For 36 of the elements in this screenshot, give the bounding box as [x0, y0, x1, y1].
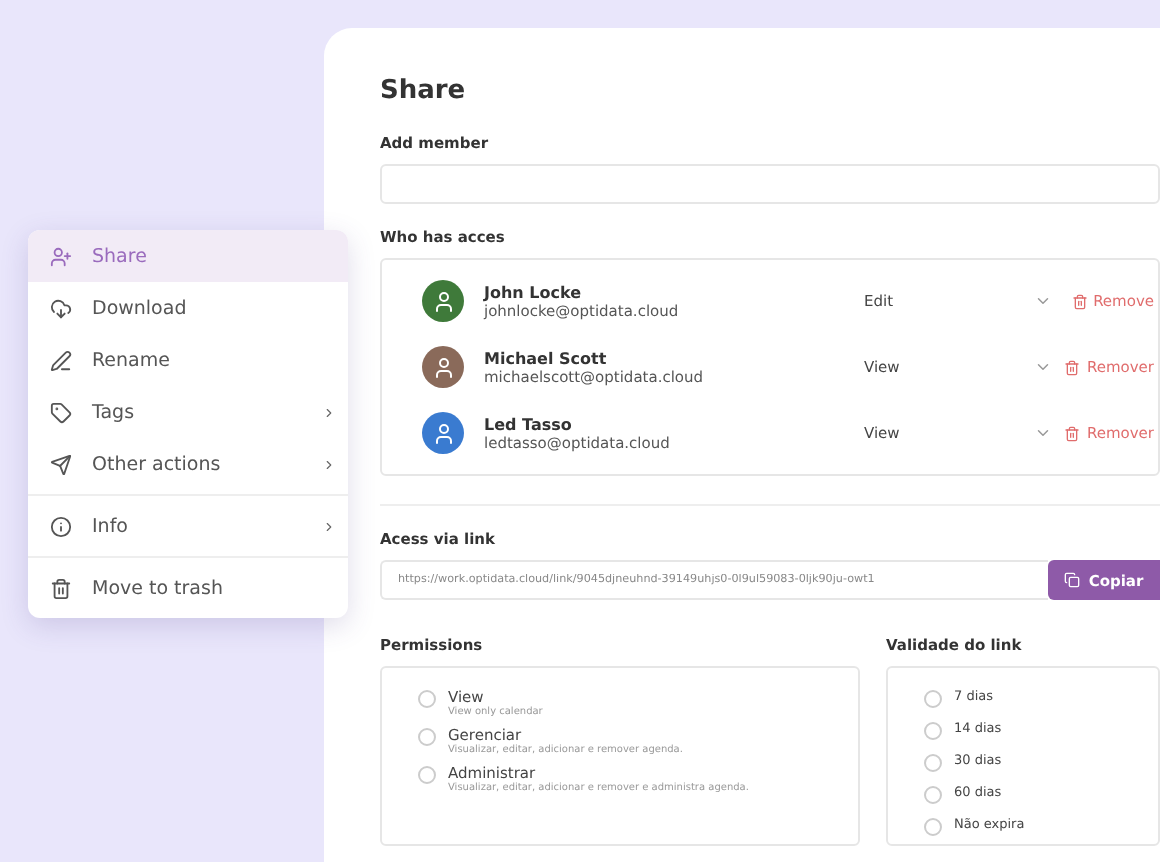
- menu-item[interactable]: Move to trash: [28, 562, 348, 614]
- chevron-right-icon: [322, 405, 336, 419]
- chevron-down-icon: [1034, 292, 1052, 310]
- pen-icon: [50, 349, 72, 371]
- member-name: Led Tasso: [484, 415, 574, 433]
- menu-item[interactable]: Rename: [28, 334, 348, 386]
- panel-title: Share: [380, 76, 468, 106]
- chevron-right-icon: [322, 519, 336, 533]
- cloud-download-icon: [50, 297, 72, 319]
- radio-button[interactable]: [924, 786, 942, 804]
- menu-item[interactable]: Download: [28, 282, 348, 334]
- trash-icon: [1071, 293, 1088, 309]
- radio-button[interactable]: [924, 722, 942, 740]
- radio-button[interactable]: [924, 818, 942, 836]
- trash-icon: [50, 577, 72, 599]
- send-icon: [50, 453, 72, 475]
- copy-icon: [1064, 572, 1081, 588]
- info-icon: [50, 515, 72, 537]
- chevron-down-icon: [1034, 424, 1052, 442]
- radio-button[interactable]: [418, 766, 436, 784]
- chevron-right-icon: [322, 457, 336, 471]
- trash-icon: [1064, 359, 1081, 375]
- radio-button[interactable]: [924, 690, 942, 708]
- member-name: Michael Scott: [484, 349, 609, 367]
- radio-button[interactable]: [418, 690, 436, 708]
- add-member-field[interactable]: [380, 164, 1160, 204]
- menu-item[interactable]: Info: [28, 500, 348, 552]
- user-plus-icon: [50, 245, 72, 267]
- radio-button[interactable]: [924, 754, 942, 772]
- member-name: John Locke: [484, 283, 582, 301]
- chevron-down-icon: [1034, 358, 1052, 376]
- menu-item[interactable]: Tags: [28, 386, 348, 438]
- menu-item[interactable]: Other actions: [28, 438, 348, 490]
- radio-button[interactable]: [418, 728, 436, 746]
- trash-icon: [1064, 425, 1081, 441]
- tag-icon: [50, 401, 72, 423]
